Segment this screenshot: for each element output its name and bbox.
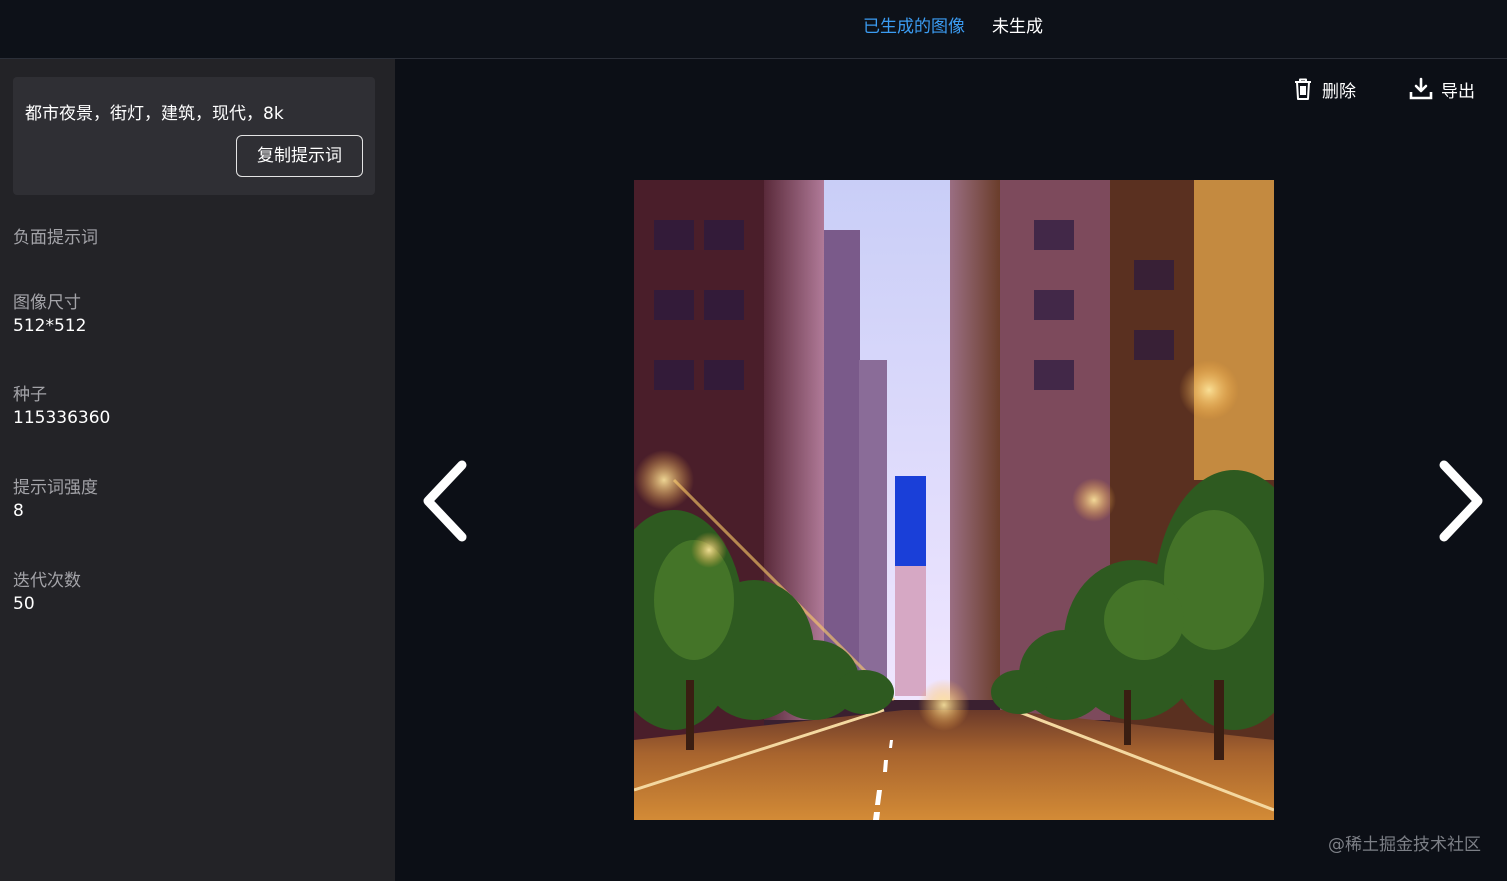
negative-prompt-label: 负面提示词 xyxy=(13,228,98,248)
trash-icon xyxy=(1295,78,1311,100)
seed-value: 115336360 xyxy=(13,408,111,428)
tab-not-generated[interactable]: 未生成 xyxy=(992,16,1043,38)
image-size-value: 512*512 xyxy=(13,316,87,336)
sidebar: 都市夜景，街灯，建筑，现代，8k 复制提示词 负面提示词 图像尺寸 512*51… xyxy=(0,59,395,881)
iterations-value: 50 xyxy=(13,594,35,614)
iterations-label: 迭代次数 xyxy=(13,571,81,591)
prompt-strength-label: 提示词强度 xyxy=(13,478,98,498)
next-image-button[interactable] xyxy=(1430,459,1490,543)
top-nav: 已生成的图像 未生成 xyxy=(0,0,1507,59)
delete-label: 删除 xyxy=(1322,81,1356,102)
watermark: @稀土掘金技术社区 xyxy=(1328,835,1481,855)
prompt-text: 都市夜景，街灯，建筑，现代，8k xyxy=(25,104,284,124)
prompt-card: 都市夜景，街灯，建筑，现代，8k 复制提示词 xyxy=(13,77,375,195)
tab-generated[interactable]: 已生成的图像 xyxy=(863,16,965,38)
copy-prompt-button[interactable]: 复制提示词 xyxy=(236,135,363,177)
chevron-right-icon xyxy=(1439,460,1483,542)
previous-image-button[interactable] xyxy=(416,459,476,543)
generated-image xyxy=(634,180,1274,820)
export-button[interactable]: 导出 xyxy=(1409,75,1475,103)
image-viewer: 删除 导出 @稀土掘金技术社区 xyxy=(396,59,1507,881)
chevron-left-icon xyxy=(423,460,467,542)
delete-button[interactable]: 删除 xyxy=(1292,75,1356,103)
image-size-label: 图像尺寸 xyxy=(13,293,81,313)
download-icon xyxy=(1409,77,1433,100)
prompt-strength-value: 8 xyxy=(13,501,24,521)
seed-label: 种子 xyxy=(13,385,47,405)
city-night-street-image xyxy=(634,180,1274,820)
export-label: 导出 xyxy=(1441,81,1475,102)
